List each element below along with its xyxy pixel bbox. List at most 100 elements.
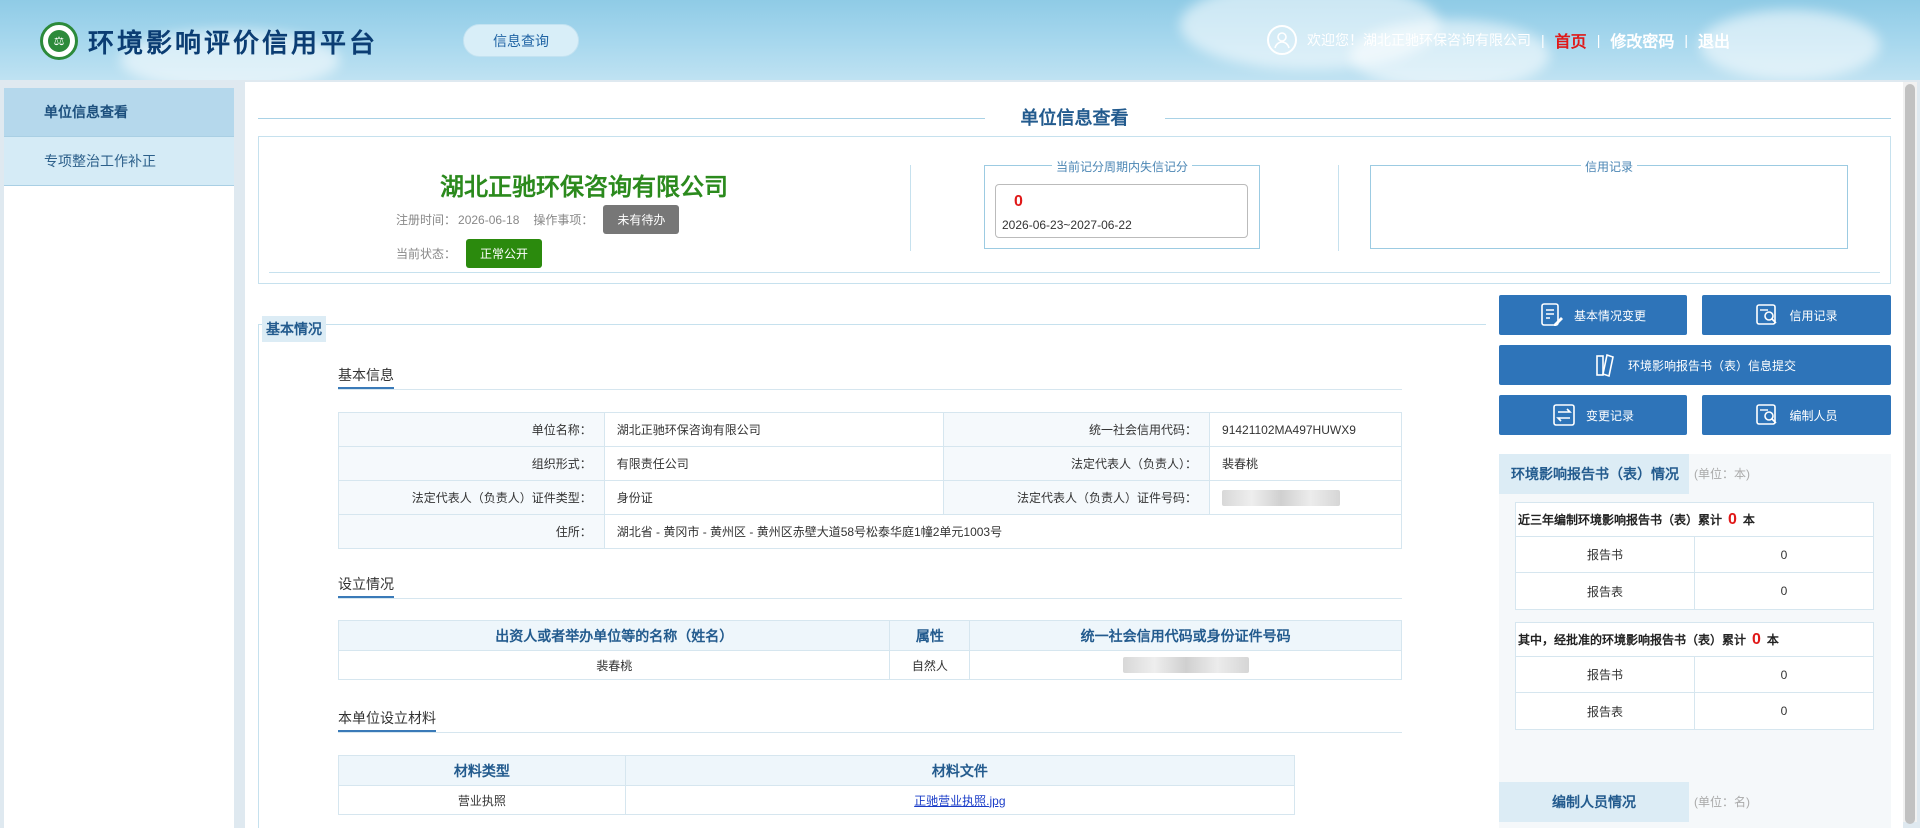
basic-info-title: 基本信息	[338, 365, 394, 389]
material-table: 材料类型 材料文件 营业执照 正驰营业执照.jpg	[338, 755, 1296, 815]
credit-fieldset: 信用记录	[1370, 160, 1848, 249]
divider	[1338, 165, 1339, 251]
separator: |	[1541, 32, 1545, 48]
stat-value: 0	[1780, 667, 1788, 682]
user-icon	[1267, 25, 1298, 55]
brand-logo: ⚖ 环境影响评价信用平台	[40, 22, 378, 60]
setup-table: 出资人或者举办单位等的名称（姓名） 属性 统一社会信用代码或身份证件号码 裴春桃…	[337, 620, 1402, 680]
sidebar-item-unit-info[interactable]: 单位信息查看	[4, 88, 234, 137]
column-header: 材料文件	[624, 755, 1296, 786]
separator: |	[1684, 32, 1688, 48]
table-header-row: 出资人或者举办单位等的名称（姓名） 属性 统一社会信用代码或身份证件号码	[337, 620, 1402, 651]
credit-record-button[interactable]: 信用记录	[1702, 295, 1891, 335]
page-title-row: 单位信息查看	[258, 92, 1891, 128]
stat-value: 0	[1780, 704, 1788, 718]
table-header-row: 材料类型 材料文件	[338, 755, 1296, 786]
report-total-box: 近三年编制环境影响报告书（表）累计 0 本 报告书 0 报告表 0	[1515, 502, 1874, 610]
score-legend: 当前记分周期内失信记分	[1051, 160, 1192, 174]
table-cell: 法定代表人（负责人）：	[943, 446, 1211, 481]
stat-name: 报告书	[1516, 537, 1695, 572]
profile-search-icon	[1756, 304, 1778, 325]
reg-date: 2026-06-18	[458, 212, 520, 227]
book-icon	[1596, 353, 1614, 378]
table-cell: 单位名称：	[338, 412, 605, 447]
status-line: 当前状态： 正常公开	[396, 239, 543, 268]
brand-title: 环境影响评价信用平台	[88, 27, 379, 58]
stat-title: 其中，经批准的环境影响报告书（表）累计 0 本	[1516, 623, 1873, 657]
welcome-text: 欢迎您！湖北正驰环保咨询有限公司	[1307, 32, 1532, 48]
table-cell: 裴春桃	[337, 650, 891, 680]
stat-name: 报告表	[1516, 573, 1695, 609]
summary-box: 湖北正驰环保咨询有限公司 注册时间： 2026-06-18 操作事项： 未有待办…	[258, 136, 1891, 284]
separator: |	[1596, 32, 1601, 48]
change-record-button[interactable]: 变更记录	[1499, 395, 1687, 435]
staff-panel: 编制人员情况 (单位：名)	[1499, 782, 1891, 828]
report-panel: 环境影响报告书（表）情况 (单位：本) 近三年编制环境影响报告书（表）累计 0 本 …	[1499, 454, 1891, 828]
table-cell: 有限责任公司	[603, 446, 945, 481]
main-content: 单位信息查看 湖北正驰环保咨询有限公司 注册时间： 2026-06-18 操作事…	[245, 82, 1903, 828]
report-submit-button[interactable]: 环境影响报告书（表）信息提交	[1499, 345, 1891, 385]
table-cell: 湖北省 - 黄冈市 - 黄州区 - 黄州区赤壁大道58号松泰华庭1幢2单元100…	[603, 514, 1403, 549]
change-log-icon	[1553, 404, 1575, 426]
ops-badge: 未有待办	[603, 205, 680, 234]
material-title: 本单位设立材料	[338, 708, 436, 732]
table-row: 报告书 0	[1516, 537, 1873, 573]
material-file-link[interactable]: 正驰营业执照.jpg	[914, 794, 1005, 808]
table-cell: 身份证	[603, 480, 945, 515]
table-row: 营业执照 正驰营业执照.jpg	[338, 785, 1296, 815]
page-title: 单位信息查看	[258, 104, 1891, 130]
staff-panel-unit: (单位：名)	[1694, 795, 1750, 809]
scroll-thumb[interactable]	[1905, 84, 1915, 824]
column-header: 出资人或者举办单位等的名称（姓名）	[337, 620, 891, 651]
basic-info-table: 单位名称： 湖北正驰环保咨询有限公司 统一社会信用代码： 91421102MA4…	[338, 412, 1403, 549]
table-cell: 营业执照	[338, 785, 626, 815]
staff-button[interactable]: 编制人员	[1702, 395, 1891, 435]
left-sidebar: 单位信息查看 专项整治工作补正	[4, 88, 234, 828]
basic-change-button[interactable]: 基本情况变更	[1499, 295, 1687, 335]
logout-link[interactable]: 退出	[1698, 28, 1730, 52]
stat-title: 近三年编制环境影响报告书（表）累计 0 本	[1516, 503, 1873, 537]
table-row: 住所： 湖北省 - 黄冈市 - 黄州区 - 黄州区赤壁大道58号松泰华庭1幢2单…	[338, 514, 1403, 549]
id-number-cell	[969, 650, 1402, 680]
status-label: 当前状态：	[396, 247, 457, 261]
divider	[910, 165, 911, 251]
table-row: 组织形式： 有限责任公司 法定代表人（负责人）： 裴春桃	[338, 446, 1402, 481]
sidebar-item-special-correction[interactable]: 专项整治工作补正	[4, 137, 234, 186]
report-panel-unit: (单位：本)	[1694, 467, 1750, 481]
stat-value: 0	[1780, 547, 1788, 562]
change-password-link[interactable]: 修改密码	[1610, 28, 1674, 52]
table-row: 报告表 0	[1516, 573, 1873, 609]
masked-value	[1222, 489, 1341, 506]
table-cell: 法定代表人（负责人）证件类型：	[338, 480, 605, 515]
table-row: 单位名称： 湖北正驰环保咨询有限公司 统一社会信用代码： 91421102MA4…	[338, 412, 1402, 447]
home-link[interactable]: 首页	[1555, 28, 1587, 52]
credit-legend: 信用记录	[1580, 160, 1637, 174]
basic-section-tag: 基本情况	[262, 316, 326, 342]
setup-title: 设立情况	[338, 574, 394, 598]
edit-document-icon	[1541, 303, 1563, 326]
emblem-icon: ⚖	[40, 22, 78, 60]
table-cell: 统一社会信用代码：	[943, 412, 1211, 447]
reg-label: 注册时间：	[396, 213, 457, 227]
staff-panel-title: 编制人员情况	[1499, 782, 1689, 822]
table-row: 报告表 0	[1516, 693, 1873, 729]
company-name: 湖北正驰环保咨询有限公司	[440, 174, 728, 201]
user-area: 欢迎您！湖北正驰环保咨询有限公司 | 首页 | 修改密码 | 退出	[1267, 22, 1730, 58]
column-header: 统一社会信用代码或身份证件号码	[969, 620, 1402, 651]
stat-value: 0	[1780, 584, 1788, 598]
table-row: 报告书 0	[1516, 657, 1873, 693]
stat-name: 报告书	[1516, 657, 1695, 692]
report-panel-title: 环境影响报告书（表）情况	[1499, 454, 1689, 494]
score-card: 0 2026-06-23~2027-06-22	[995, 184, 1248, 238]
staff-search-icon	[1756, 404, 1778, 425]
table-cell: 91421102MA497HUWX9	[1209, 412, 1402, 447]
page-scrollbar[interactable]	[1903, 82, 1917, 824]
basic-section	[258, 324, 1486, 828]
table-cell: 住所：	[338, 514, 605, 549]
score-period: 2026-06-23~2027-06-22	[1002, 218, 1132, 232]
report-approved-count: 0	[1752, 631, 1761, 648]
ops-label: 操作事项：	[533, 213, 594, 227]
id-number-cell	[1209, 480, 1402, 515]
table-cell: 湖北正驰环保咨询有限公司	[603, 412, 945, 447]
info-query-button[interactable]: 信息查询	[463, 24, 579, 57]
